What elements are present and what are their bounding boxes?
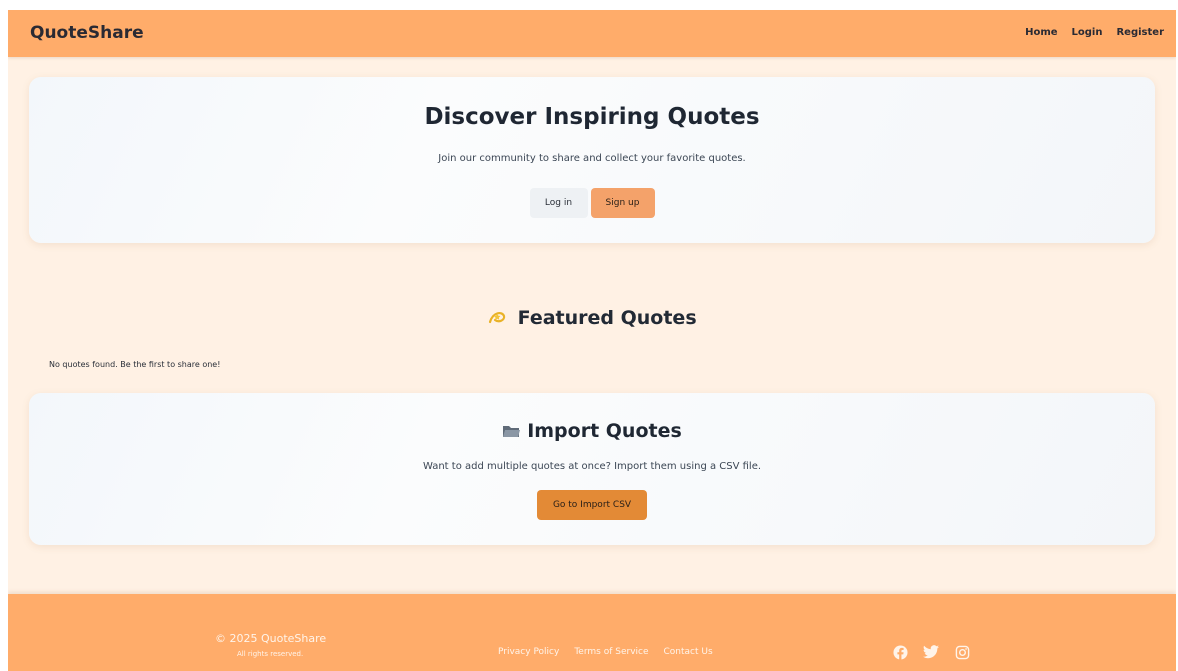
nav-home-link[interactable]: Home <box>1025 27 1057 38</box>
import-card: Import Quotes Want to add multiple quote… <box>29 393 1155 545</box>
hero-title: Discover Inspiring Quotes <box>424 104 760 130</box>
top-navbar: QuoteShare Home Login Register <box>8 10 1176 57</box>
nav-login-link[interactable]: Login <box>1072 27 1103 38</box>
footer: © 2025 QuoteShare All rights reserved. P… <box>8 594 1176 671</box>
main-nav: Home Login Register <box>1025 27 1164 38</box>
facebook-icon[interactable] <box>892 644 908 660</box>
signup-button[interactable]: Sign up <box>590 188 655 218</box>
terms-of-service-link[interactable]: Terms of Service <box>574 647 648 657</box>
brand-logo[interactable]: QuoteShare <box>30 23 144 43</box>
twitter-icon[interactable] <box>923 644 939 660</box>
page: QuoteShare Home Login Register Discover … <box>8 10 1176 671</box>
privacy-policy-link[interactable]: Privacy Policy <box>498 647 559 657</box>
instagram-icon[interactable] <box>954 644 970 660</box>
contact-us-link[interactable]: Contact Us <box>664 647 713 657</box>
hero-card: Discover Inspiring Quotes Join our commu… <box>29 77 1155 243</box>
hero-actions: Log in Sign up <box>29 188 1155 218</box>
import-title: Import Quotes <box>527 420 682 442</box>
footer-copyright: © 2025 QuoteShare <box>215 632 327 645</box>
social-links <box>892 644 970 660</box>
import-heading: Import Quotes <box>29 420 1155 442</box>
footer-links: Privacy Policy Terms of Service Contact … <box>498 647 713 657</box>
featured-quotes-title: Featured Quotes <box>517 307 697 329</box>
login-button[interactable]: Log in <box>529 188 588 218</box>
folder-icon <box>502 421 521 437</box>
featured-quotes-heading: Featured Quotes <box>8 307 1176 329</box>
import-csv-button[interactable]: Go to Import CSV <box>537 490 647 520</box>
nav-register-link[interactable]: Register <box>1116 27 1164 38</box>
dizzy-star-icon <box>487 308 513 329</box>
footer-rights: All rights reserved. <box>237 650 304 658</box>
import-description: Want to add multiple quotes at once? Imp… <box>422 461 762 472</box>
empty-quotes-message: No quotes found. Be the first to share o… <box>49 360 221 369</box>
hero-subtitle: Join our community to share and collect … <box>438 153 746 164</box>
